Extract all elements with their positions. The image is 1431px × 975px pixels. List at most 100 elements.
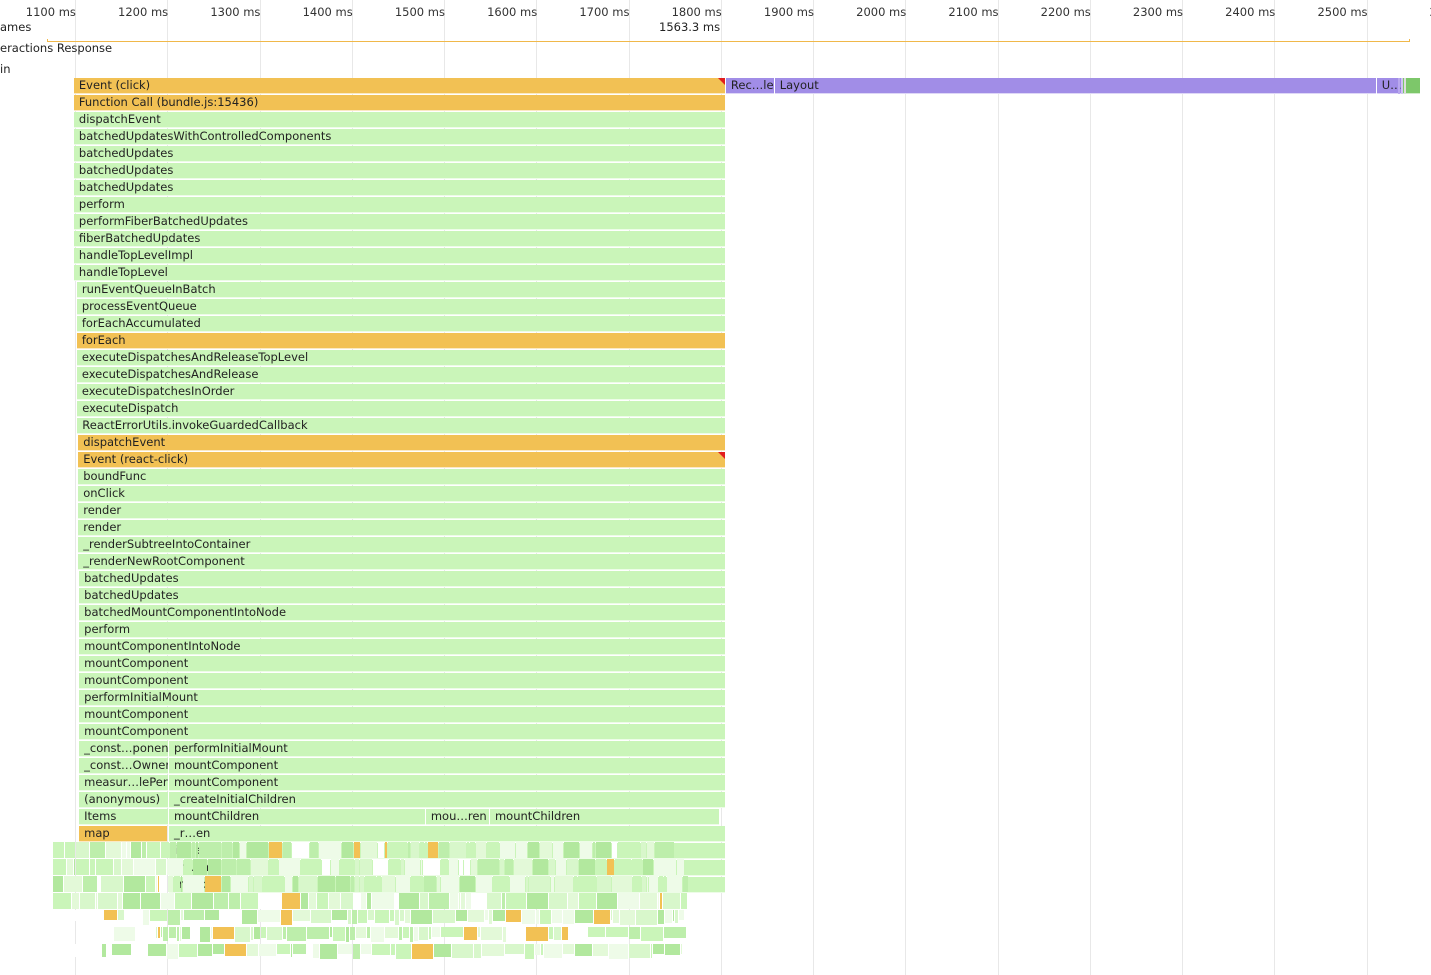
flame-slice[interactable] <box>450 893 458 909</box>
flame-slice[interactable] <box>609 944 628 959</box>
flame-slice[interactable] <box>167 944 178 959</box>
frames-track-label[interactable]: ames <box>0 20 31 34</box>
flame-slice[interactable] <box>136 927 137 938</box>
flame-slice[interactable] <box>367 927 370 938</box>
flame-slice[interactable] <box>360 859 372 875</box>
flame-slice[interactable] <box>132 944 147 955</box>
flame-entry[interactable]: mountComponent <box>169 758 725 774</box>
flame-slice[interactable] <box>104 910 117 920</box>
flame-slice[interactable] <box>267 927 282 940</box>
flame-slice[interactable] <box>466 893 471 909</box>
flame-entry[interactable]: executeDispatchesAndRelease <box>76 367 726 383</box>
flame-slice[interactable] <box>615 859 631 875</box>
flame-slice[interactable] <box>214 893 228 909</box>
flame-slice[interactable] <box>222 876 230 892</box>
flame-slice[interactable] <box>365 876 376 892</box>
flame-slice[interactable] <box>161 893 174 909</box>
flame-slice[interactable] <box>259 944 276 956</box>
flame-entry[interactable]: mou…ren <box>425 809 490 825</box>
flame-entry[interactable]: Layout <box>774 78 1376 94</box>
flame-slice[interactable] <box>461 893 465 909</box>
flame-slice[interactable] <box>487 893 501 909</box>
flame-slice[interactable] <box>489 910 492 924</box>
flame-slice[interactable] <box>147 842 160 858</box>
flame-slice[interactable] <box>420 842 424 858</box>
flame-slice[interactable] <box>478 859 499 875</box>
flame-slice[interactable] <box>67 944 70 959</box>
flame-slice[interactable] <box>405 859 420 875</box>
flame-entry[interactable]: executeDispatchesAndReleaseTopLevel <box>76 350 726 366</box>
flame-slice[interactable] <box>664 927 686 938</box>
flame-slice[interactable] <box>441 859 448 875</box>
flame-entry[interactable]: executeDispatch <box>77 401 726 417</box>
flame-slice[interactable] <box>356 927 366 938</box>
flame-entry[interactable]: mountChildren <box>489 809 719 825</box>
flame-slice[interactable] <box>231 876 248 892</box>
flame-slice[interactable] <box>163 927 168 941</box>
flame-slice[interactable] <box>220 910 241 921</box>
flame-slice[interactable] <box>279 859 300 875</box>
flame-slice[interactable] <box>485 910 488 920</box>
flame-slice[interactable] <box>177 842 191 858</box>
flame-slice[interactable] <box>437 876 440 892</box>
flame-entry[interactable]: _createInitialChildren <box>169 792 725 808</box>
flame-slice[interactable] <box>641 927 663 941</box>
flame-entry[interactable]: ReactErrorUtils.invokeGuardedCallback <box>77 418 726 434</box>
flame-slice[interactable] <box>192 842 195 858</box>
flame-slice[interactable] <box>372 893 394 909</box>
flame-slice[interactable] <box>553 842 563 858</box>
flame-slice[interactable] <box>261 927 266 938</box>
flame-slice[interactable] <box>378 842 384 858</box>
flame-slice[interactable] <box>459 893 460 909</box>
flame-slice[interactable] <box>329 893 340 909</box>
flame-slice[interactable] <box>471 859 477 875</box>
flame-slice[interactable] <box>191 927 199 939</box>
flame-slice[interactable] <box>313 944 319 958</box>
main-track-label[interactable]: in <box>0 62 10 76</box>
flame-slice[interactable] <box>395 893 398 909</box>
flame-entry[interactable]: batchedUpdates <box>73 163 726 179</box>
flame-slice[interactable] <box>434 944 451 957</box>
flame-slice[interactable] <box>551 876 554 892</box>
flame-slice[interactable] <box>222 842 232 858</box>
flame-entry[interactable]: batchedUpdates <box>73 180 726 196</box>
flame-slice[interactable] <box>476 842 486 858</box>
flame-slice[interactable] <box>441 876 459 892</box>
flame-slice[interactable] <box>55 927 67 938</box>
flame-slice[interactable] <box>660 893 662 909</box>
flame-slice[interactable] <box>395 910 399 925</box>
flame-slice[interactable] <box>400 910 404 921</box>
flame-slice[interactable] <box>405 910 410 923</box>
flame-slice[interactable] <box>254 876 262 892</box>
flame-entry[interactable]: Event (click) <box>73 78 726 94</box>
flame-slice[interactable] <box>341 893 353 909</box>
flame-slice[interactable] <box>597 893 617 909</box>
flame-slice[interactable] <box>439 842 449 858</box>
flame-slice[interactable] <box>309 893 316 909</box>
flame-slice[interactable] <box>53 859 66 875</box>
flame-slice[interactable] <box>612 876 632 892</box>
flame-slice[interactable] <box>659 876 663 892</box>
flame-slice[interactable] <box>361 944 371 954</box>
flame-slice[interactable] <box>549 859 555 875</box>
flame-slice[interactable] <box>470 842 475 858</box>
flame-slice[interactable] <box>241 893 258 909</box>
flame-slice[interactable] <box>354 893 360 909</box>
flame-slice[interactable] <box>663 893 680 909</box>
flame-entry[interactable]: mountComponentIntoNode <box>79 639 725 655</box>
flame-slice[interactable] <box>331 859 339 875</box>
flame-slice[interactable] <box>536 910 539 924</box>
flame-slice[interactable] <box>156 876 157 892</box>
flame-slice[interactable] <box>138 927 155 942</box>
flame-slice[interactable] <box>179 944 197 957</box>
flame-slice[interactable] <box>441 927 463 937</box>
flame-slice[interactable] <box>353 944 360 959</box>
flame-slice[interactable] <box>377 876 381 892</box>
flame-slice[interactable] <box>74 859 75 875</box>
flame-slice[interactable] <box>98 876 100 892</box>
flame-slice[interactable] <box>150 910 167 921</box>
flame-entry[interactable]: dispatchEvent <box>78 435 725 451</box>
flame-slice[interactable] <box>664 876 666 892</box>
flame-slice[interactable] <box>391 944 395 955</box>
flame-slice[interactable] <box>556 859 566 875</box>
